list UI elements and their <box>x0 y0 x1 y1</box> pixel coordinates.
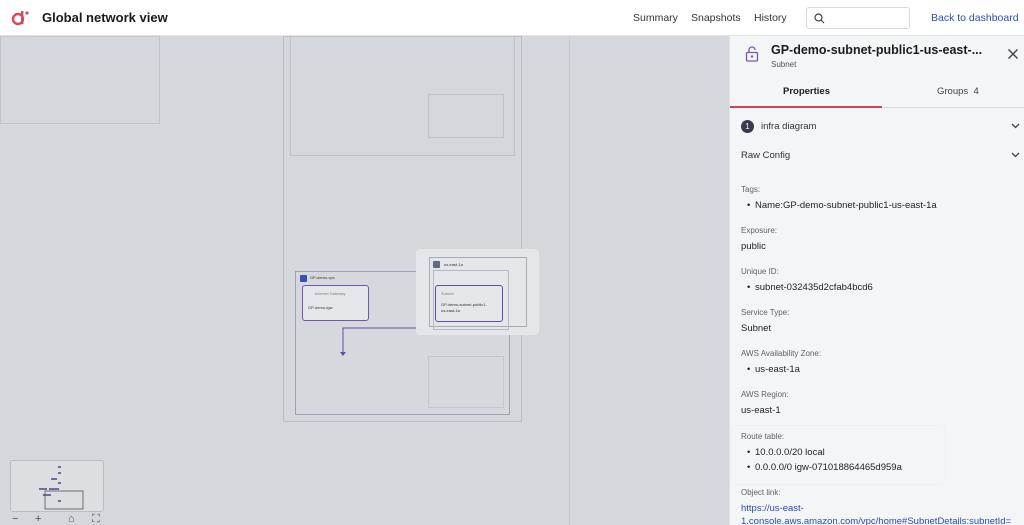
exposure-label: Exposure: <box>741 226 778 235</box>
accordion-infra-diagram-label: infra diagram <box>761 121 817 132</box>
back-to-dashboard-link[interactable]: Back to dashboard <box>931 12 1019 24</box>
zoom-in-button[interactable]: + <box>35 513 41 525</box>
chevron-down-icon <box>1011 152 1020 158</box>
nav-snapshots[interactable]: Snapshots <box>691 12 741 24</box>
panel-tabs: Properties Groups 4 <box>730 76 1024 108</box>
minimap-preview <box>39 466 84 510</box>
close-icon[interactable] <box>1007 48 1019 60</box>
tab-properties[interactable]: Properties <box>783 86 830 97</box>
subnet-header: Subnet <box>441 291 454 296</box>
subnet-name-line1: GP-demo-subnet-public1- <box>441 302 487 307</box>
accordion-infra-diagram[interactable]: 1 infra diagram <box>730 113 1024 141</box>
route-entry: 0.0.0.0/0 igw-071018864465d959a <box>747 462 902 473</box>
object-link-line1[interactable]: https://us-east- <box>741 503 804 514</box>
subnet-node[interactable]: Subnet GP-demo-subnet-public1- us-east-1… <box>435 285 503 322</box>
tag-item: Name:GP-demo-subnet-public1-us-east-1a <box>747 200 937 211</box>
unique-id-value: subnet-032435d2cfab4bcd6 <box>747 282 873 293</box>
vpc-label: GP-demo-vpc <box>310 275 335 280</box>
minimap[interactable] <box>10 460 104 512</box>
igw-name: GP-demo-igw <box>308 305 333 310</box>
left-background-frame[interactable] <box>0 36 160 124</box>
igw-header: Internet Gateway <box>315 291 346 296</box>
service-type-label: Service Type: <box>741 308 790 317</box>
az-field-value: us-east-1a <box>747 364 800 375</box>
panel-subtitle: Subnet <box>771 60 797 69</box>
infra-diagram-count-badge: 1 <box>741 120 754 133</box>
search-icon <box>814 13 825 24</box>
vpc-icon <box>300 275 307 282</box>
subnet-placeholder-top[interactable] <box>428 94 504 138</box>
accordion-raw-config[interactable]: Raw Config <box>730 142 1024 170</box>
nav-history[interactable]: History <box>754 12 787 24</box>
route-table-label: Route table: <box>741 432 785 441</box>
object-link-line2[interactable]: 1.console.aws.amazon.com/vpc/home#Subnet… <box>741 516 1011 525</box>
tags-label: Tags: <box>741 185 761 194</box>
details-panel: GP-demo-subnet-public1-us-east-... Subne… <box>729 36 1024 525</box>
object-link-label: Object link: <box>741 488 781 497</box>
unique-id-label: Unique ID: <box>741 267 779 276</box>
panel-title: GP-demo-subnet-public1-us-east-... <box>771 43 983 57</box>
app-logo-icon[interactable] <box>10 9 30 27</box>
az-field-label: AWS Availability Zone: <box>741 349 822 358</box>
service-type-value: Subnet <box>741 323 772 334</box>
region-value: us-east-1 <box>741 405 781 416</box>
nav-summary[interactable]: Summary <box>633 12 678 24</box>
vertical-guide <box>569 36 570 525</box>
active-tab-indicator <box>730 106 882 108</box>
subnet-lock-icon <box>745 46 759 62</box>
zoom-controls: − + ⌂ ⛶ <box>10 513 110 525</box>
tab-groups-count: 4 <box>973 86 979 97</box>
tab-groups-label: Groups <box>937 86 969 97</box>
search-box[interactable] <box>806 7 910 29</box>
top-bar: Global network view Summary Snapshots Hi… <box>0 0 1024 36</box>
search-input[interactable] <box>831 11 907 25</box>
az-label: us-east-1a <box>444 262 463 267</box>
az-icon <box>433 261 440 268</box>
tab-groups[interactable]: Groups 4 <box>937 86 979 97</box>
zoom-out-button[interactable]: − <box>12 513 18 525</box>
route-entry: 10.0.0.0/20 local <box>747 447 825 458</box>
chevron-down-icon <box>1011 123 1020 129</box>
fit-view-button[interactable]: ⌂ <box>68 513 75 525</box>
network-canvas[interactable]: GP-demo-vpc Internet Gateway GP-demo-igw… <box>0 36 729 525</box>
app-title: Global network view <box>42 10 168 25</box>
region-label: AWS Region: <box>741 390 789 399</box>
accordion-raw-config-label: Raw Config <box>741 150 791 161</box>
highlight-spot: us-east-1a Subnet GP-demo-subnet-public1… <box>416 249 539 335</box>
fullscreen-button[interactable]: ⛶ <box>92 513 100 525</box>
subnet-name-line2: us-east-1a <box>441 308 460 313</box>
exposure-value: public <box>741 241 766 252</box>
